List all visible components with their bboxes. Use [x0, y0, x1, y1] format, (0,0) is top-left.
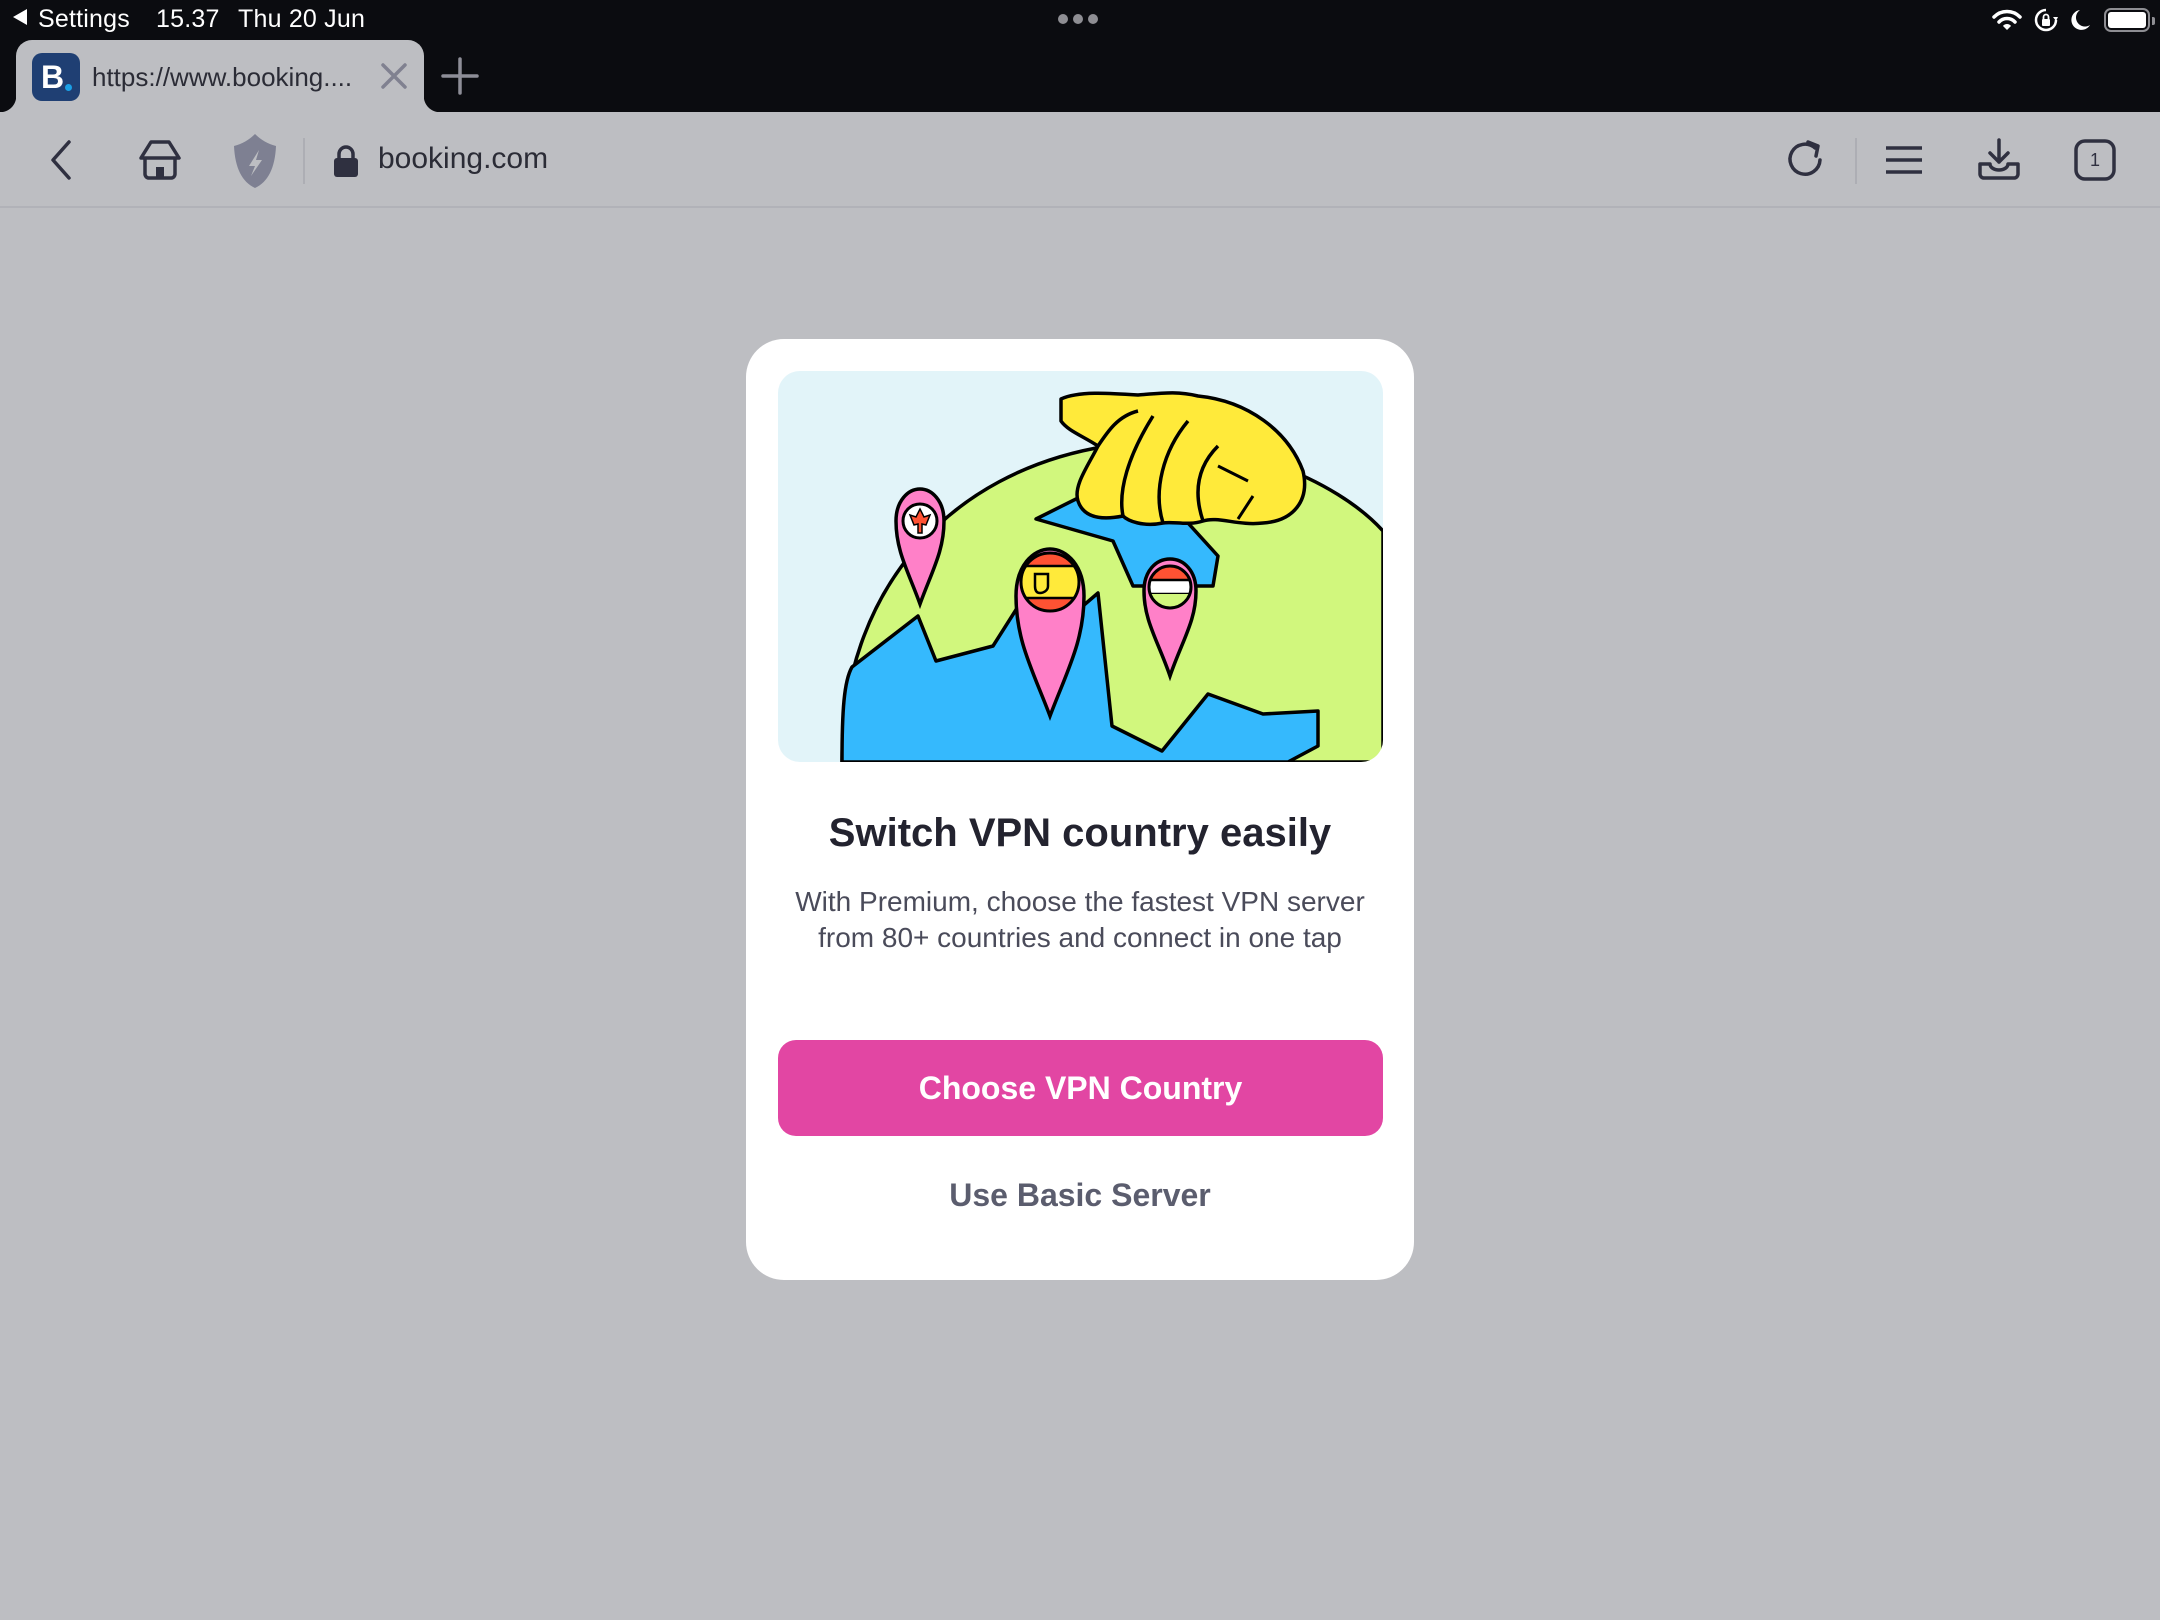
address-bar-url[interactable]: booking.com — [378, 142, 548, 176]
status-time: 15.37 — [156, 5, 220, 33]
status-date: Thu 20 Jun — [238, 5, 366, 33]
shield-bolt-icon — [234, 134, 276, 188]
globe-hand-pins-illustration — [840, 391, 1383, 762]
plus-icon[interactable] — [440, 56, 480, 96]
vpn-shield-button[interactable] — [231, 134, 279, 188]
toolbar-divider — [303, 138, 305, 184]
status-icons — [1992, 6, 2155, 34]
battery-icon — [2104, 8, 2155, 32]
multitasking-dots-icon[interactable] — [1058, 14, 1098, 24]
globe-illustration — [778, 371, 1383, 762]
download-icon — [1978, 138, 2020, 180]
rotation-lock-icon — [2034, 8, 2058, 32]
status-bar: Settings 15.37 Thu 20 Jun — [0, 0, 2160, 40]
wifi-icon — [1992, 9, 2022, 30]
booking-favicon-icon: B — [32, 53, 80, 101]
downloads-button[interactable] — [1975, 136, 2023, 184]
modal-title: Switch VPN country easily — [828, 811, 1332, 855]
menu-button[interactable] — [1880, 136, 1928, 184]
toolbar-divider — [1855, 138, 1857, 184]
do-not-disturb-moon-icon — [2071, 10, 2090, 30]
chevron-left-icon — [51, 140, 71, 180]
home-icon — [139, 140, 181, 180]
vpn-upsell-modal: Switch VPN country easily With Premium, … — [746, 339, 1414, 1280]
favicon-letter: B — [41, 59, 65, 95]
tab-booking[interactable]: B https://www.booking.... — [0, 40, 440, 112]
use-basic-server-button[interactable]: Use Basic Server — [746, 1177, 1414, 1214]
tab-count: 1 — [2089, 149, 2100, 170]
reload-icon — [1788, 140, 1822, 176]
modal-description: With Premium, choose the fastest VPN ser… — [795, 886, 1365, 953]
tabs-overview-button[interactable]: 1 — [2071, 136, 2119, 184]
reload-button[interactable] — [1781, 136, 1829, 184]
home-button[interactable] — [136, 136, 184, 184]
tab-title: https://www.booking.... — [92, 62, 353, 92]
menu-icon — [1886, 146, 1922, 174]
choose-vpn-country-button[interactable]: Choose VPN Country — [778, 1040, 1383, 1136]
back-to-app-label[interactable]: Settings — [38, 5, 130, 34]
tab-strip: B https://www.booking.... — [0, 40, 2160, 112]
close-icon[interactable] — [378, 60, 410, 92]
back-button[interactable] — [38, 136, 86, 184]
back-to-app-icon[interactable] — [13, 9, 27, 25]
lock-icon — [334, 145, 358, 177]
browser-toolbar: booking.com 1 — [0, 112, 2160, 208]
